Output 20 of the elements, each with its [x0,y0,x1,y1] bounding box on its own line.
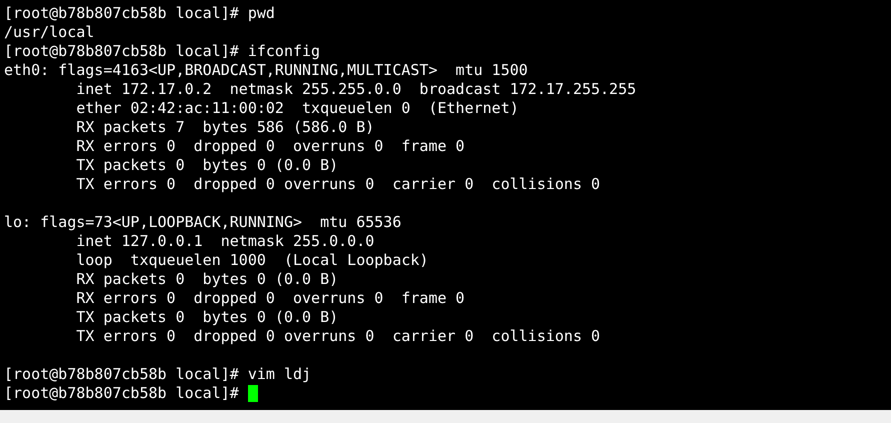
terminal-line: [root@b78b807cb58b local]# pwd [4,4,276,23]
terminal-line: inet 172.17.0.2 netmask 255.255.0.0 broadcast 172.17.255.255 [75,80,638,99]
terminal-line: ether 02:42:ac:11:00:02 txqueuelen 0 (Ethernet) [75,99,520,118]
shell-prompt: [root@b78b807cb58b local]# [4,384,240,403]
terminal-line: inet 127.0.0.1 netmask 255.0.0.0 [75,232,376,251]
text-cursor [248,385,258,402]
terminal-line: TX errors 0 dropped 0 overruns 0 carrier 0 collisions 0 [75,175,602,194]
terminal-line: /usr/local [4,23,96,42]
terminal-line: TX packets 0 bytes 0 (0.0 B) [75,308,340,327]
terminal-line: RX errors 0 dropped 0 overruns 0 frame 0 [75,137,466,156]
terminal-line: lo: flags=73<UP,LOOPBACK,RUNNING> mtu 65536 [4,213,402,232]
terminal-line: RX packets 7 bytes 586 (586.0 B) [75,118,376,137]
terminal-line: eth0: flags=4163<UP,BROADCAST,RUNNING,MULTICAST> mtu 1500 [4,61,529,80]
terminal-line: RX errors 0 dropped 0 overruns 0 frame 0 [75,289,466,308]
terminal-line: [root@b78b807cb58b local]# vim ldj [4,365,312,384]
terminal-line: RX packets 0 bytes 0 (0.0 B) [75,270,340,289]
terminal-line: [root@b78b807cb58b local]# ifconfig [4,42,322,61]
terminal-line: TX packets 0 bytes 0 (0.0 B) [75,156,340,175]
terminal-line: TX errors 0 dropped 0 overruns 0 carrier 0 collisions 0 [75,327,602,346]
terminal-line: loop txqueuelen 1000 (Local Loopback) [75,251,430,270]
